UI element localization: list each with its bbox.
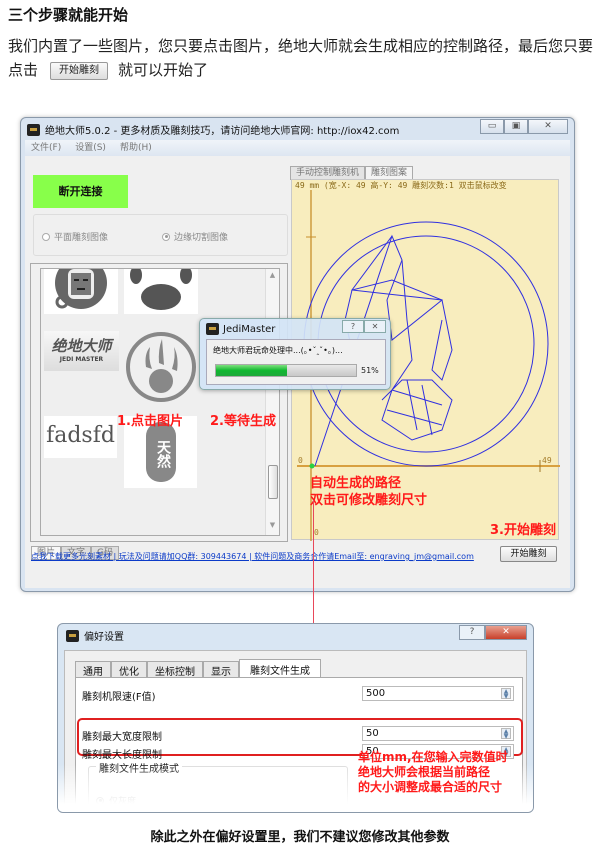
image-gallery: 绝地大师 JEDI MASTER fadsfd 天然 ▲ ▼ — [40, 268, 280, 536]
mode-flat-label: 平面雕刻图像 — [54, 233, 109, 243]
progress-bar-fill — [216, 365, 288, 376]
progress-message: 绝地大师君玩命处理中...(｡•ˇ‸ˇ•｡)... — [213, 346, 343, 355]
mode-edge-label: 边缘切割图像 — [174, 233, 229, 243]
menu-file[interactable]: 文件(F) — [31, 140, 61, 156]
app-icon — [66, 629, 79, 642]
connector-line — [313, 500, 314, 630]
face-image-icon — [55, 269, 107, 309]
page-heading: 三个步骤就能开始 — [8, 6, 129, 24]
intro-prefix: 点击 — [8, 61, 39, 79]
scroll-up-arrow[interactable]: ▲ — [266, 271, 279, 283]
progress-dialog-title: JediMaster — [223, 323, 276, 335]
annotation-step1: 1.点击图片 — [117, 414, 183, 429]
intro-suffix: 就可以开始了 — [118, 61, 209, 79]
disconnect-button[interactable]: 断开连接 — [33, 175, 128, 208]
logo-subtext: JEDI MASTER — [59, 356, 104, 363]
annotation-path-note-2: 双击可修改雕刻尺寸 — [310, 493, 428, 508]
fadsfd-text: fadsfd — [46, 423, 115, 448]
mode-flat-radio[interactable]: 平面雕刻图像 — [42, 230, 108, 243]
annotation-step3: 3.开始雕刻 — [490, 523, 556, 538]
spin-arrows-icon[interactable]: ▲ ▼ — [501, 688, 511, 700]
app-icon — [27, 123, 40, 136]
axis-origin-label: 0 — [298, 456, 303, 465]
preferences-controls: ? ✕ — [459, 625, 527, 640]
gallery-item-logo[interactable]: 绝地大师 JEDI MASTER — [44, 331, 119, 371]
max-width-input[interactable]: 50 ▲ ▼ — [362, 726, 514, 741]
close-button[interactable]: ✕ — [528, 119, 568, 134]
tab-manual-control[interactable]: 手动控制雕刻机 — [290, 166, 366, 180]
window-titlebar: 绝地大师5.0.2 - 更多材质及雕刻技巧，请访问绝地大师官网: http://… — [27, 122, 399, 137]
radio-icon — [42, 232, 50, 241]
footer-note: 除此之外在偏好设置里，我们不建议您修改其他参数 — [150, 830, 450, 845]
tab-optimize[interactable]: 优化 — [111, 661, 147, 678]
preferences-tabs: 通用 优化 坐标控制 显示 雕刻文件生成 — [75, 659, 321, 678]
help-button[interactable]: ? — [342, 320, 364, 333]
progress-percent: 51% — [361, 366, 379, 375]
speed-limit-input[interactable]: 500 ▲ ▼ — [362, 686, 514, 701]
gallery-item-paw[interactable] — [124, 269, 198, 314]
close-button[interactable]: ✕ — [364, 320, 386, 333]
scroll-down-arrow[interactable]: ▼ — [266, 521, 279, 533]
path-start-point — [309, 463, 315, 469]
gallery-frame: 绝地大师 JEDI MASTER fadsfd 天然 ▲ ▼ — [30, 263, 288, 542]
max-length-label: 雕刻最大长度限制 — [82, 750, 162, 761]
progress-dialog: JediMaster ? ✕ 绝地大师君玩命处理中...(｡•ˇ‸ˇ•｡)...… — [199, 318, 391, 390]
tab-general[interactable]: 通用 — [75, 661, 111, 678]
raptor-claw-image-icon — [126, 332, 196, 402]
radio-selected-icon — [162, 232, 170, 241]
spin-arrows-icon[interactable]: ▲ ▼ — [501, 728, 511, 740]
intro-line-1: 我们内置了一些图片，您只要点击图片，绝地大师就会生成相应的控制路径，最后您只要 — [8, 37, 594, 55]
menu-settings[interactable]: 设置(S) — [75, 140, 106, 156]
maximize-button[interactable]: ▣ — [504, 119, 528, 134]
max-width-label: 雕刻最大宽度限制 — [82, 732, 162, 743]
progress-dialog-body: 绝地大师君玩命处理中...(｡•ˇ‸ˇ•｡)... 51% — [206, 339, 386, 385]
window-controls: ▭ ▣ ✕ — [480, 119, 568, 134]
preferences-title: 偏好设置 — [84, 632, 124, 643]
right-tabs: 手动控制雕刻机 雕刻图案 — [290, 166, 414, 180]
tab-engrave-file[interactable]: 雕刻文件生成 — [239, 659, 321, 677]
mode-group: 平面雕刻图像 边缘切割图像 — [33, 214, 288, 256]
footer-link[interactable]: 点我下载更多光刻素材 | 玩法及问题请加QQ群: 309443674 | 软件问… — [31, 551, 474, 562]
seal-text: 天然 — [146, 422, 176, 482]
mode-edge-radio[interactable]: 边缘切割图像 — [162, 230, 228, 243]
annotation-step2: 2.等待生成 — [210, 414, 276, 429]
intro-line-2: 点击 开始雕刻 就可以开始了 — [8, 58, 598, 82]
progress-dialog-titlebar: JediMaster — [206, 323, 275, 335]
gallery-item-fadsfd[interactable]: fadsfd — [44, 416, 117, 458]
close-button[interactable]: ✕ — [485, 625, 527, 640]
unit-note-line-3: 的大小调整成最合适的尺寸 — [358, 780, 503, 794]
intro-text: 我们内置了一些图片，您只要点击图片，绝地大师就会生成相应的控制路径，最后您只要 … — [8, 34, 598, 82]
preferences-titlebar: 偏好设置 — [66, 628, 124, 643]
progress-bar — [215, 364, 357, 377]
minimize-button[interactable]: ▭ — [480, 119, 504, 134]
inline-start-engrave-button: 开始雕刻 — [50, 62, 109, 80]
logo-text: 绝地大师 — [51, 337, 112, 355]
unit-note-line-2: 绝地大师会根据当前路径 — [358, 765, 491, 779]
annotation-unit-note: 单位mm,在您输入完数值时 绝地大师会根据当前路径 的大小调整成最合适的尺寸 — [358, 750, 508, 795]
axis-y-origin-label: 0 — [314, 528, 319, 537]
app-icon — [206, 323, 219, 335]
menu-help[interactable]: 帮助(H) — [120, 140, 152, 156]
gallery-item-face[interactable] — [44, 269, 118, 314]
unit-note-line-1: 单位mm,在您输入完数值时 — [358, 750, 508, 764]
gallery-item-raptor[interactable] — [124, 319, 198, 409]
gallery-scrollbar[interactable]: ▲ ▼ — [265, 269, 279, 535]
start-engrave-button[interactable]: 开始雕刻 — [500, 546, 557, 562]
axis-x-max-label: 49 — [542, 456, 552, 465]
tab-display[interactable]: 显示 — [203, 661, 239, 678]
max-width-value: 50 — [366, 728, 379, 739]
menu-bar: 文件(F) 设置(S) 帮助(H) — [25, 140, 570, 156]
paw-image-icon — [130, 269, 192, 310]
progress-dialog-controls: ? ✕ — [342, 320, 386, 333]
speed-limit-label: 雕刻机限速(F值) — [82, 692, 156, 703]
window-title: 绝地大师5.0.2 - 更多材质及雕刻技巧，请访问绝地大师官网: http://… — [45, 126, 400, 137]
speed-limit-value: 500 — [366, 688, 386, 699]
tab-coordinates[interactable]: 坐标控制 — [147, 661, 203, 678]
scroll-thumb[interactable] — [268, 465, 278, 499]
help-button[interactable]: ? — [459, 625, 485, 640]
tab-engrave-pattern[interactable]: 雕刻图案 — [365, 166, 414, 180]
